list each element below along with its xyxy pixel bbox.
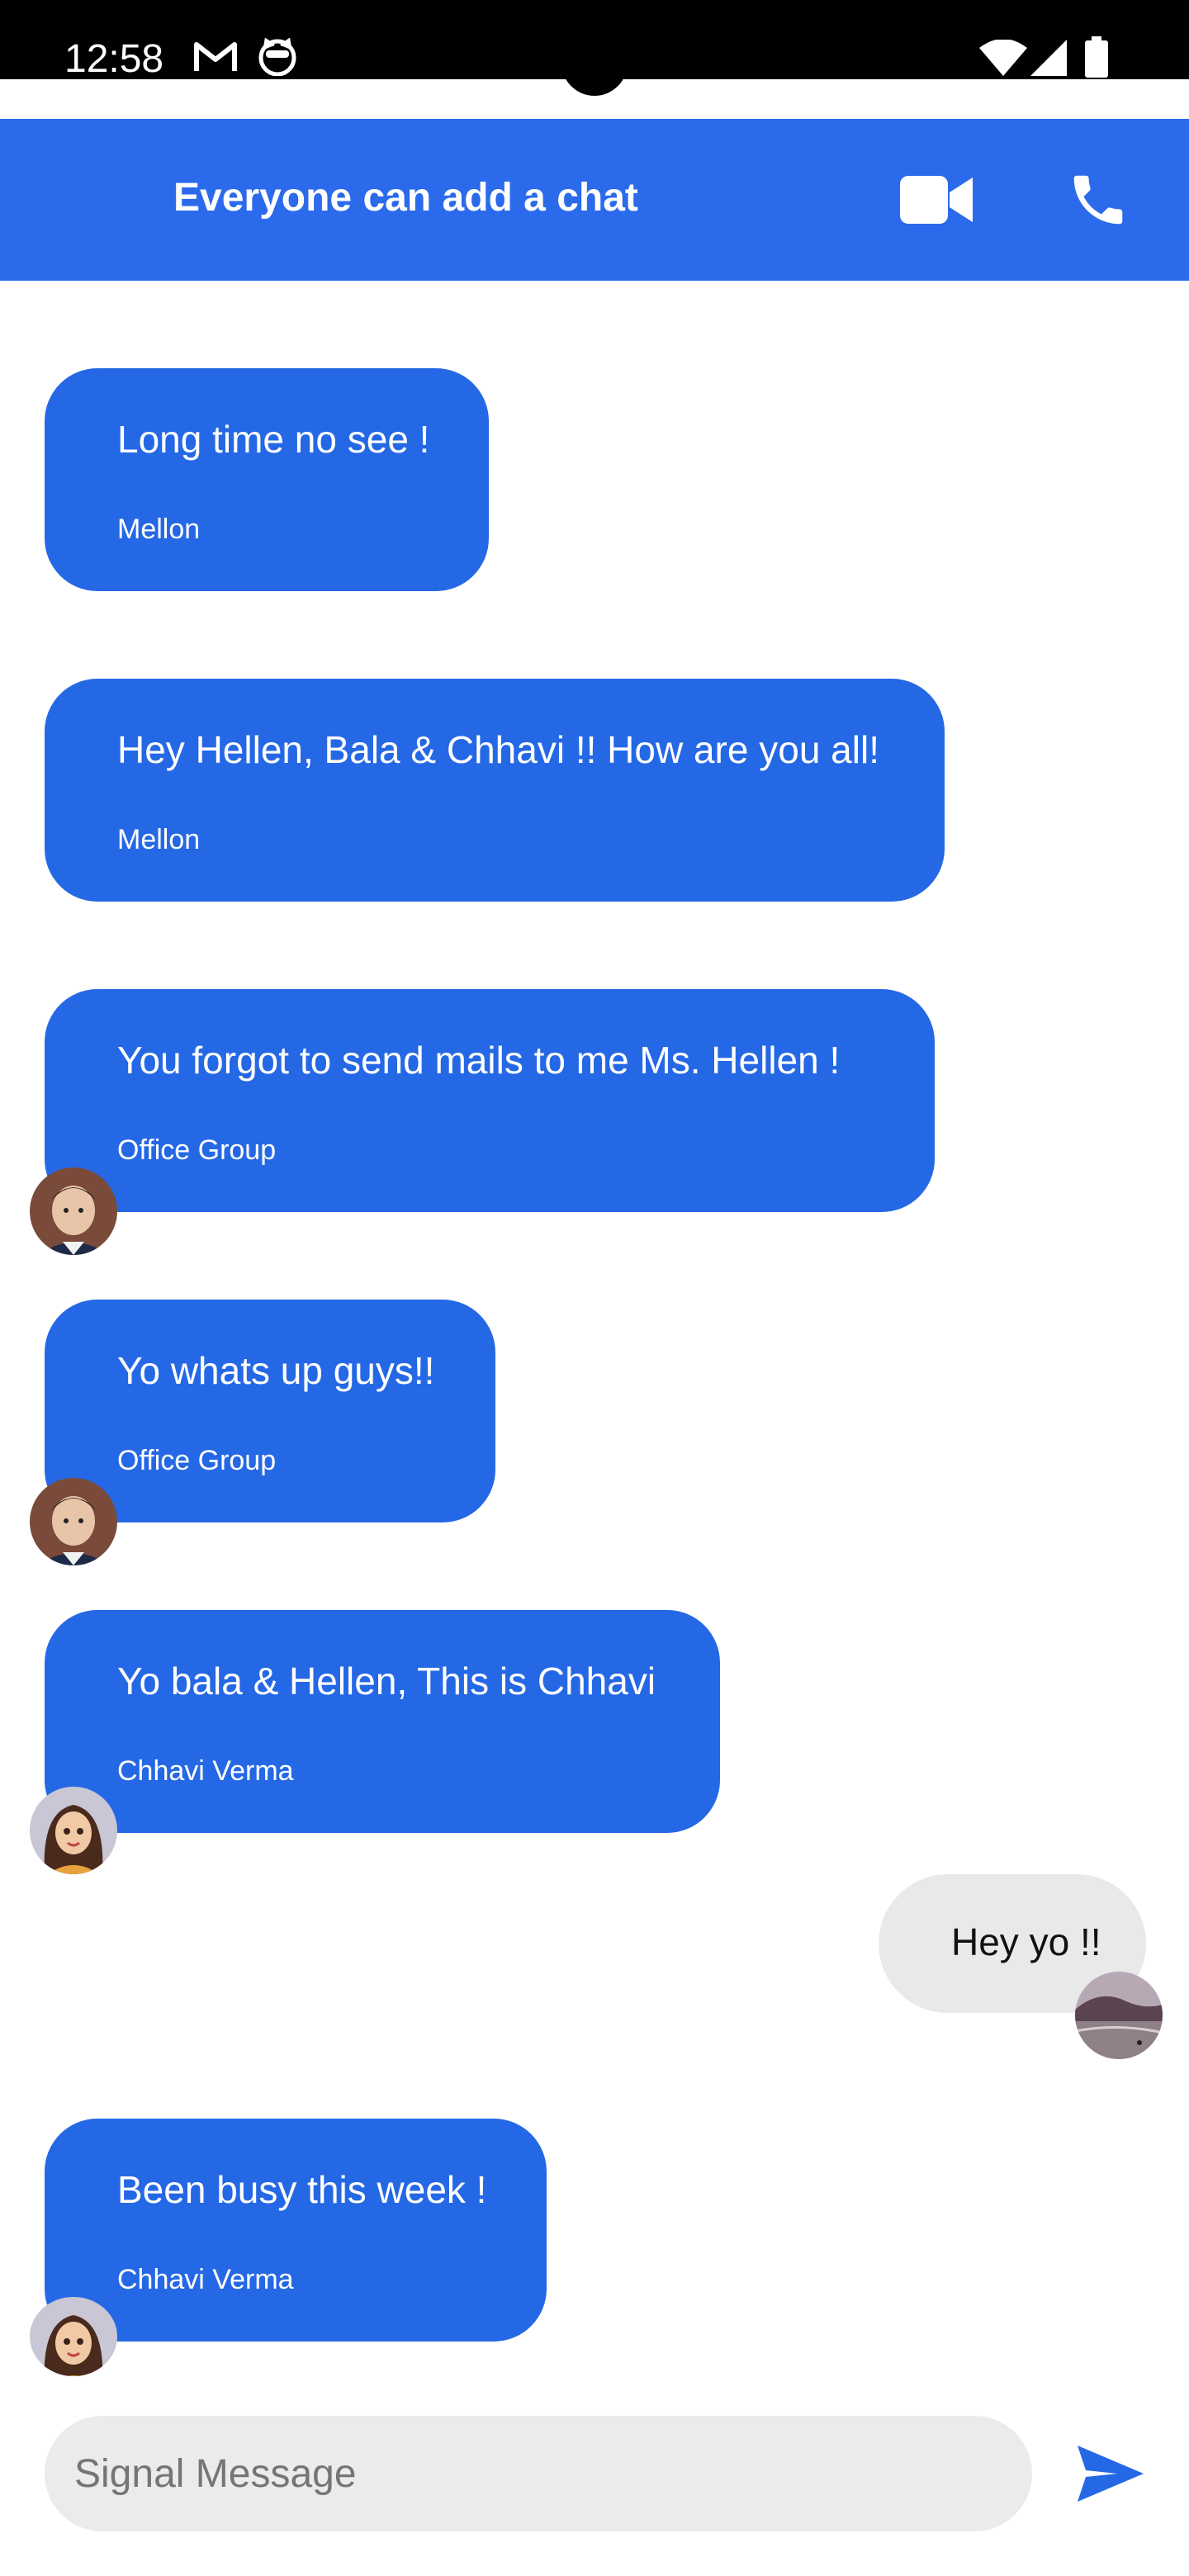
wifi-icon bbox=[979, 39, 1027, 80]
message-composer bbox=[45, 2416, 1032, 2531]
message-input[interactable] bbox=[74, 2446, 999, 2502]
message-text: Yo bala & Hellen, This is Chhavi bbox=[117, 1660, 656, 1702]
message-bubble-incoming[interactable]: Long time no see ! Mellon bbox=[45, 368, 489, 591]
message-text: You forgot to send mails to me Ms. Helle… bbox=[117, 1039, 841, 1082]
avatar-boy[interactable] bbox=[30, 1478, 117, 1565]
message-text: Hey yo !! bbox=[951, 1920, 1101, 1963]
gmail-icon bbox=[193, 40, 238, 77]
message-bubble-incoming[interactable]: Yo whats up guys!! Office Group bbox=[45, 1300, 495, 1522]
avatar-boy[interactable] bbox=[30, 1167, 117, 1255]
message-text: Hey Hellen, Bala & Chhavi !! How are you… bbox=[117, 728, 879, 771]
message-sender: Mellon bbox=[117, 824, 201, 855]
message-text: Long time no see ! bbox=[117, 418, 430, 461]
message-sender: Chhavi Verma bbox=[117, 2264, 294, 2295]
battery-icon bbox=[1085, 36, 1108, 82]
cat-app-icon bbox=[258, 37, 297, 80]
video-call-button[interactable] bbox=[895, 159, 978, 241]
status-time: 12:58 bbox=[64, 37, 164, 81]
message-sender: Mellon bbox=[117, 514, 201, 545]
message-bubble-incoming[interactable]: You forgot to send mails to me Ms. Helle… bbox=[45, 989, 935, 1212]
send-icon bbox=[1078, 2446, 1144, 2502]
avatar-girl[interactable] bbox=[30, 1787, 117, 1874]
phone-call-icon bbox=[1073, 175, 1123, 225]
message-text: Yo whats up guys!! bbox=[117, 1349, 435, 1392]
camera-cutout bbox=[561, 63, 628, 96]
message-bubble-incoming[interactable]: Yo bala & Hellen, This is Chhavi Chhavi … bbox=[45, 1610, 720, 1833]
send-button[interactable] bbox=[1065, 2432, 1156, 2515]
video-call-icon bbox=[900, 176, 973, 224]
message-sender: Chhavi Verma bbox=[117, 1755, 294, 1787]
message-bubble-incoming[interactable]: Been busy this week ! Chhavi Verma bbox=[45, 2119, 547, 2342]
message-bubble-incoming[interactable]: Hey Hellen, Bala & Chhavi !! How are you… bbox=[45, 679, 945, 902]
message-sender: Office Group bbox=[117, 1134, 277, 1166]
avatar-girl[interactable] bbox=[30, 2297, 117, 2376]
chat-header: Everyone can add a chat bbox=[0, 119, 1189, 281]
avatar-beach[interactable] bbox=[1075, 1972, 1163, 2059]
cellular-signal-icon bbox=[1030, 40, 1067, 80]
phone-call-button[interactable] bbox=[1057, 159, 1139, 241]
chat-title: Everyone can add a chat bbox=[173, 176, 638, 220]
message-text: Been busy this week ! bbox=[117, 2168, 487, 2211]
message-sender: Office Group bbox=[117, 1445, 277, 1476]
